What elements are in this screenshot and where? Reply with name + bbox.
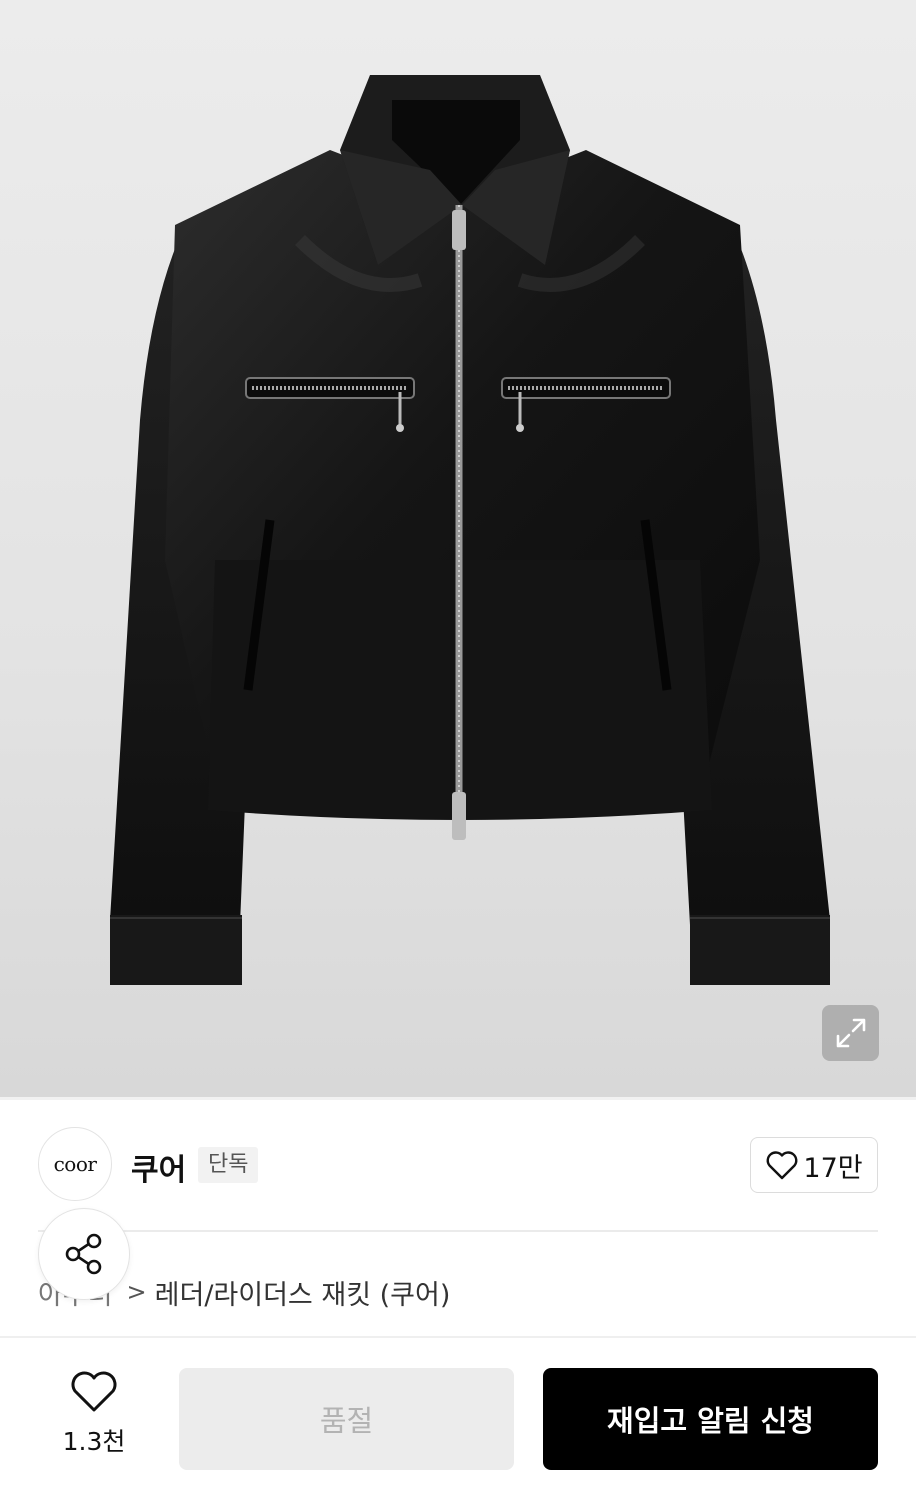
heart-icon: [766, 1151, 798, 1180]
wishlist-button[interactable]: 1.3천: [48, 1370, 140, 1466]
brand-logo-text: coor: [53, 1152, 97, 1176]
breadcrumb-current[interactable]: 레더/라이더스 재킷 (쿠어): [155, 1273, 451, 1312]
jacket-illustration: [110, 75, 830, 985]
heart-icon: [71, 1371, 117, 1412]
expand-button[interactable]: [822, 1005, 879, 1061]
expand-icon: [836, 1018, 865, 1048]
share-icon: [65, 1233, 102, 1275]
brand-row: coor 쿠어 단독 17만: [38, 1127, 878, 1203]
brand-logo[interactable]: coor: [38, 1127, 112, 1201]
section-divider: [38, 1230, 878, 1232]
wishlist-count: 1.3천: [62, 1427, 126, 1456]
bottom-bar-divider: [0, 1336, 916, 1338]
restock-alert-button[interactable]: 재입고 알림 신청: [543, 1368, 878, 1470]
brand-like-count: 17만: [803, 1152, 863, 1184]
share-button[interactable]: [38, 1208, 130, 1300]
soldout-button: 품절: [179, 1368, 514, 1470]
brand-like-button[interactable]: 17만: [750, 1137, 878, 1193]
brand-name[interactable]: 쿠어: [131, 1145, 186, 1189]
hero-divider: [0, 1097, 916, 1100]
product-image[interactable]: [0, 0, 916, 1097]
chevron-right-icon: >: [126, 1278, 147, 1306]
exclusive-badge: 단독: [198, 1147, 259, 1183]
